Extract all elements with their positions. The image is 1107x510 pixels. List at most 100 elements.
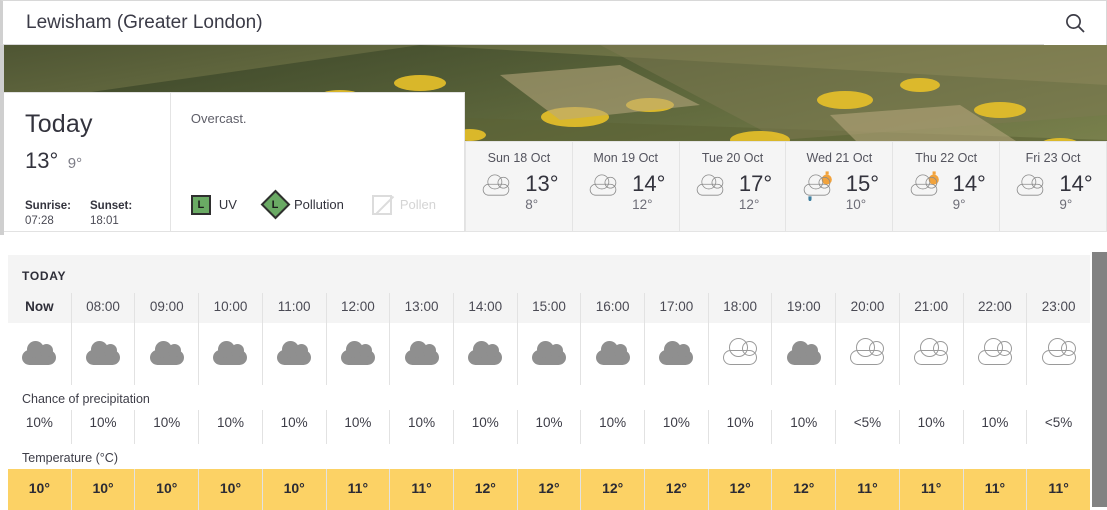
hour-precip-value: 10% [917,415,945,430]
hour-precip-value: 10% [344,415,372,430]
hour-precip-value: 10% [726,415,754,430]
hour-precip-value: 10% [408,415,436,430]
hour-time[interactable]: 13:00 [390,293,453,323]
today-conditions: Overcast. L UV L Pollution Pollen [169,93,464,231]
hour-temp-row: 10° 10° 10° 10° 10° 11° 11° 12° 12° 12° 12° 12° 12° 1… [8,469,1090,510]
hour-temp-value: 12° [453,469,517,510]
hour-time[interactable]: Now [8,293,71,323]
cloud-solid-icon [213,341,248,365]
cloud-solid-icon [659,341,694,365]
indicator-pollution[interactable]: L Pollution [260,189,344,220]
day-forecast-cell[interactable]: Wed 21 Oct 15° 10° [786,142,894,231]
hour-time[interactable]: 16:00 [581,293,644,323]
cloud-icon [1017,174,1044,196]
hour-time[interactable]: 09:00 [135,293,198,323]
day-name: Fri 23 Oct [1025,151,1081,165]
pollen-badge-icon [371,194,392,215]
today-high: 13° [25,148,59,173]
day-name: Thu 22 Oct [915,151,978,165]
today-title: Today [25,110,93,138]
hour-time[interactable]: 15:00 [518,293,581,323]
pollution-badge-icon: L [260,189,291,220]
uv-label: UV [218,197,237,212]
hour-weather-icon [772,323,835,385]
hour-weather-icon [327,323,390,385]
hour-precip-value: 10% [471,415,499,430]
hour-precip-value: 10% [662,415,690,430]
hour-time[interactable]: 19:00 [772,293,835,323]
sunset-value: 18:01 [90,215,119,227]
cloud-icon [483,174,510,196]
hour-precip-value: <5% [1044,415,1073,430]
vertical-scrollbar[interactable] [1092,252,1107,507]
hour-weather-icon [645,323,708,385]
search-icon [1066,13,1085,33]
hour-weather-icon [263,323,326,385]
hour-time[interactable]: 17:00 [645,293,708,323]
hour-temp-value: 11° [1027,469,1090,510]
hour-time[interactable]: 21:00 [900,293,963,323]
today-summary: Today 13° 9° Sunrise: 07:28 Sunset: 18:0… [3,93,170,231]
cloud-solid-icon [277,341,312,365]
search-bar[interactable] [0,0,1107,45]
hour-weather-icon [709,323,772,385]
sunrise-label: Sunrise: [25,200,72,212]
day-forecast-cell[interactable]: Mon 19 Oct 14° 12° [573,142,680,231]
day-forecast-cell[interactable]: Thu 22 Oct 14° 9° [893,142,1001,231]
hour-time[interactable]: 20:00 [836,293,899,323]
hour-temp-value: 12° [708,469,772,510]
hour-temp-value: 11° [326,469,390,510]
hour-time[interactable]: 08:00 [72,293,135,323]
hour-precip-value: <5% [853,415,882,430]
search-button[interactable] [1044,0,1106,45]
hour-time[interactable]: 23:00 [1027,293,1090,323]
hour-time[interactable]: 10:00 [199,293,262,323]
hour-time[interactable]: 14:00 [454,293,517,323]
cloud-solid-icon [86,341,121,365]
today-low: 9° [67,155,83,172]
hour-temp-value: 12° [517,469,581,510]
sun-times: Sunrise: 07:28 Sunset: 18:01 [25,200,170,227]
indicator-uv[interactable]: L UV [190,194,237,215]
condition-text: Overcast. [190,111,247,126]
hour-temp-value: 11° [963,469,1027,510]
day-low: 8° [525,197,539,212]
day-high: 17° [738,171,773,196]
search-input[interactable] [3,11,1044,34]
cloud-solid-icon [786,341,821,365]
day-high: 13° [525,171,559,196]
hour-precip-value: 10% [599,415,627,430]
hour-weather-icon [390,323,453,385]
hour-weather-icon [8,323,71,385]
cloud-outline-icon [1041,338,1076,365]
cloud-solid-icon [22,341,57,365]
hour-temp-value: 12° [581,469,645,510]
cloud-solid-icon [149,341,184,365]
hour-weather-icon [581,323,644,385]
cloud-solid-icon [404,341,439,365]
hour-weather-icon [199,323,262,385]
precip-label: Chance of precipitation [8,385,1090,410]
hour-weather-icon [900,323,963,385]
hour-precip-value: 10% [89,415,117,430]
hour-time[interactable]: 18:00 [709,293,772,323]
day-forecast-cell[interactable]: Fri 23 Oct 14° 9° [1000,142,1106,231]
hour-precip-value: 10% [790,415,818,430]
sun-cloud-rain-icon [803,170,832,201]
uv-badge-icon: L [190,194,211,215]
hour-time[interactable]: 12:00 [327,293,390,323]
daily-forecast-strip: Sun 18 Oct 13° 8° Mon 19 Oct 14° 12° Tue 20 Oc… [465,141,1107,232]
hour-time[interactable]: 22:00 [964,293,1027,323]
day-forecast-cell[interactable]: Tue 20 Oct 17° 12° [680,142,787,231]
cloud-solid-icon [531,341,566,365]
day-forecast-cell[interactable]: Sun 18 Oct 13° 8° [466,142,573,231]
day-low: 10° [845,197,867,212]
hour-temp-value: 10° [8,469,71,510]
hour-time[interactable]: 11:00 [263,293,326,323]
hourly-heading: TODAY [22,269,67,283]
hourly-forecast-panel: TODAY Now 08:00 09:00 10:00 11:00 12:00 13:00 1… [8,255,1090,510]
hour-icon-row [8,323,1090,385]
hour-precip-value: 10% [216,415,244,430]
day-high: 14° [952,171,986,196]
cloud-solid-icon [468,341,503,365]
